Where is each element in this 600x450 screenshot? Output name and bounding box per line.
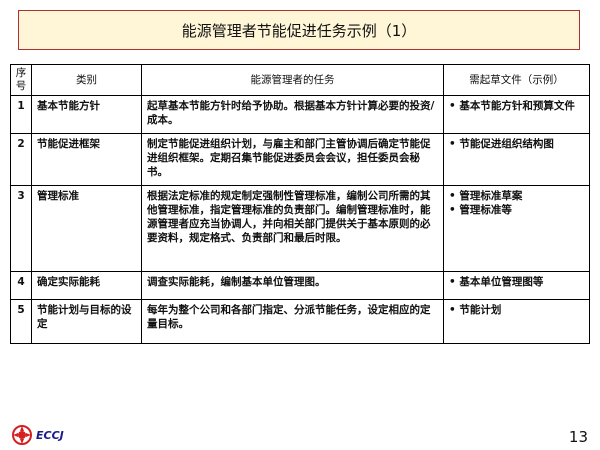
row-task: 每年为整个公司和各部门指定、分派节能任务，设定相应的定量目标。 xyxy=(141,299,444,344)
row-docs: 管理标准草案管理标准等 xyxy=(443,185,590,272)
page-number: 13 xyxy=(568,428,588,446)
logo-text: ECCJ xyxy=(36,428,64,442)
doc-item: 基本单位管理图等 xyxy=(449,275,584,289)
row-category: 节能计划与目标的设定 xyxy=(31,299,142,344)
table-row: 4确定实际能耗调查实际能耗，编制基本单位管理图。基本单位管理图等 xyxy=(10,271,590,300)
table-row: 2 节能促进框架 制定节能促进组织计划，与雇主和部门主管协调后确定节能促进组织框架。… xyxy=(10,133,590,186)
row-category: 管理标准 xyxy=(31,185,142,272)
table-body: 1基本节能方针起草基本节能方针时给予协助。根据基本方针计算必要的投资/成本。基本… xyxy=(10,95,590,344)
row-docs: 基本单位管理图等 xyxy=(443,271,590,300)
doc-item: 管理标准草案 xyxy=(449,189,584,203)
doc-item: 节能促进组织结构图 xyxy=(449,137,584,151)
tasks-table: 序号 类别 能源管理者的任务 需起草文件（示例） 1 基本节能方针 起草基本节能方针… xyxy=(10,64,590,344)
header-docs: 需起草文件（示例） xyxy=(443,64,590,96)
row-number: 2 xyxy=(10,133,32,186)
table-row: 1基本节能方针起草基本节能方针时给予协助。根据基本方针计算必要的投资/成本。基本… xyxy=(10,95,590,134)
table-header-row: 序号 类别 能源管理者的任务 需起草文件（示例） xyxy=(10,64,590,96)
doc-item: 基本节能方针和预算文件 xyxy=(449,99,584,113)
header-no-text: 序号 xyxy=(15,67,27,92)
eccj-logo-icon xyxy=(12,425,32,445)
doc-item: 节能计划 xyxy=(449,303,584,317)
table-row: 5 节能计划与目标的设定 每年为整个公司和各部门指定、分派节能任务，设定相应的定量目… xyxy=(10,299,590,344)
header-no: 序号 xyxy=(10,64,32,96)
row-task: 起草基本节能方针时给予协助。根据基本方针计算必要的投资/成本。 xyxy=(141,95,444,134)
row-task: 根据法定标准的规定制定强制性管理标准，编制公司所需的其他管理标准，指定管理标准的… xyxy=(141,185,444,272)
row-category: 确定实际能耗 xyxy=(31,271,142,300)
header-category: 类别 xyxy=(31,64,142,96)
row-category: 节能促进框架 xyxy=(31,133,142,186)
table-row: 3 管理标准 根据法定标准的规定制定强制性管理标准，编制公司所需的其他管理标准，指定… xyxy=(10,185,590,272)
row-number: 1 xyxy=(10,95,32,134)
row-category: 基本节能方针 xyxy=(31,95,142,134)
row-number: 5 xyxy=(10,299,32,344)
row-docs: 基本节能方针和预算文件 xyxy=(443,95,590,134)
row-task: 制定节能促进组织计划，与雇主和部门主管协调后确定节能促进组织框架。定期召集节能促… xyxy=(141,133,444,186)
row-number: 3 xyxy=(10,185,32,272)
slide-title: 能源管理者节能促进任务示例（1） xyxy=(18,10,580,50)
header-task: 能源管理者的任务 xyxy=(141,64,444,96)
row-number: 4 xyxy=(10,271,32,300)
footer-logo: ECCJ xyxy=(12,425,64,445)
row-docs: 节能计划 xyxy=(443,299,590,344)
row-task: 调查实际能耗，编制基本单位管理图。 xyxy=(141,271,444,300)
row-docs: 节能促进组织结构图 xyxy=(443,133,590,186)
doc-item: 管理标准等 xyxy=(449,203,584,217)
